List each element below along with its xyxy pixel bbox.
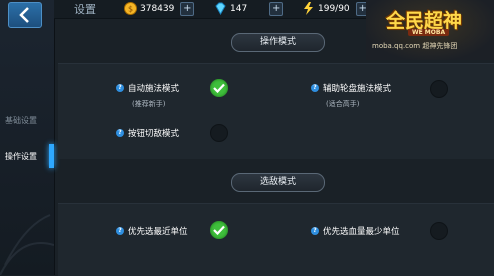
assist-wheel-cast-option[interactable]: ? 辅助轮盘施法模式	[311, 82, 391, 94]
option-label: 自动施法模式	[128, 84, 180, 94]
info-icon[interactable]: ?	[116, 129, 124, 137]
logo-url: moba.qq.com 超神先锋团	[372, 42, 458, 50]
gold-coin-icon: $	[124, 2, 137, 15]
svg-text:$: $	[128, 5, 133, 14]
sidebar-item-label: 操作设置	[5, 152, 37, 161]
page-title: 设置	[74, 3, 96, 16]
energy-value: 199/90	[318, 3, 350, 14]
game-logo: 全民超神 WE MOBA moba.qq.com 超神先锋团	[366, 0, 494, 60]
energy-counter: 199/90 +	[302, 1, 370, 16]
prefer-lowest-hp-checkbox[interactable]	[430, 222, 448, 240]
option-label: 按钮切敌模式	[128, 129, 180, 139]
diamond-icon	[214, 2, 227, 15]
sidebar-item-basic-settings[interactable]: 基础设置	[0, 110, 54, 132]
button-switch-target-option[interactable]: ? 按钮切敌模式	[116, 127, 179, 139]
lightning-icon	[302, 2, 315, 15]
sidebar-item-label: 基础设置	[5, 116, 37, 125]
diamond-counter: 147 +	[214, 1, 284, 16]
auto-cast-checkbox[interactable]	[210, 79, 228, 97]
option-label: 辅助轮盘施法模式	[323, 84, 392, 94]
button-switch-target-checkbox[interactable]	[210, 124, 228, 142]
target-mode-header: 选敌模式	[231, 173, 325, 192]
info-icon[interactable]: ?	[116, 84, 124, 92]
info-icon[interactable]: ?	[311, 227, 319, 235]
operation-mode-panel: ? 自动施法模式 (推荐新手) ? 辅助轮盘施法模式 (适合高手) ? 按钮切敌…	[58, 63, 494, 159]
chevron-left-icon	[19, 7, 29, 23]
sidebar-item-operation-settings[interactable]: 操作设置	[0, 146, 54, 168]
sidebar: 基础设置 操作设置	[0, 0, 55, 275]
logo-subtitle: WE MOBA	[408, 29, 450, 36]
back-button[interactable]	[8, 2, 42, 28]
option-label: 优先选血量最少单位	[323, 227, 400, 237]
checkmark-icon	[213, 225, 225, 235]
info-icon[interactable]: ?	[116, 227, 124, 235]
info-icon[interactable]: ?	[311, 84, 319, 92]
target-mode-panel: ? 优先选最近单位 ? 优先选血量最少单位	[58, 203, 494, 276]
diamond-value: 147	[230, 3, 248, 14]
assist-wheel-cast-checkbox[interactable]	[430, 80, 448, 98]
gold-counter: $ 378439 +	[124, 1, 195, 16]
prefer-nearest-checkbox[interactable]	[210, 221, 228, 239]
active-indicator	[49, 144, 54, 168]
prefer-lowest-hp-option[interactable]: ? 优先选血量最少单位	[311, 225, 400, 237]
option-label: 优先选最近单位	[128, 227, 188, 237]
operation-mode-header: 操作模式	[231, 33, 325, 52]
prefer-nearest-option[interactable]: ? 优先选最近单位	[116, 225, 188, 237]
option-hint: (适合高手)	[326, 100, 360, 108]
gold-value: 378439	[140, 3, 175, 14]
auto-cast-option[interactable]: ? 自动施法模式	[116, 82, 179, 94]
option-hint: (推荐新手)	[132, 100, 166, 108]
decorative-pattern	[0, 214, 54, 275]
add-diamond-button[interactable]: +	[269, 1, 284, 16]
checkmark-icon	[213, 83, 225, 93]
add-gold-button[interactable]: +	[180, 1, 195, 16]
